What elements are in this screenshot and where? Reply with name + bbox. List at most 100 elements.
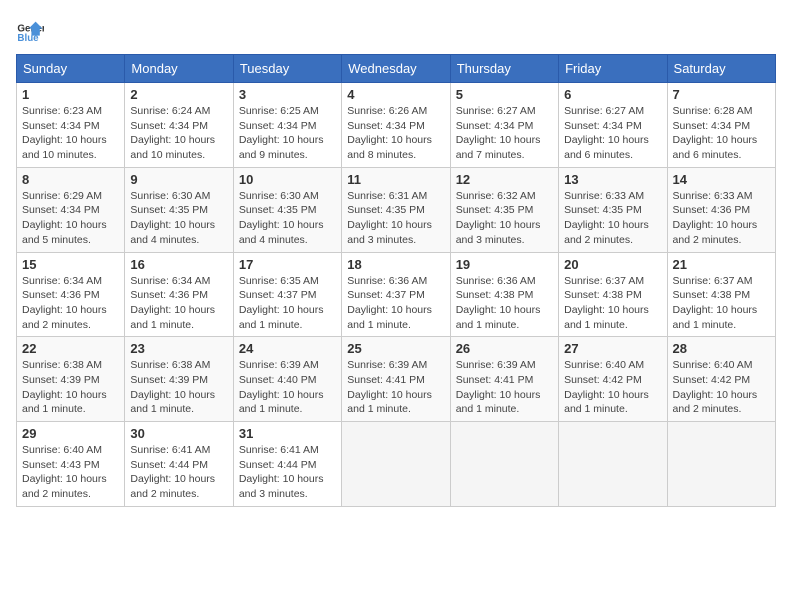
day-number: 21 [673,257,770,272]
calendar-cell: 8 Sunrise: 6:29 AMSunset: 4:34 PMDaylight… [17,167,125,252]
calendar-cell: 26 Sunrise: 6:39 AMSunset: 4:41 PMDayligh… [450,337,558,422]
day-number: 12 [456,172,553,187]
day-detail: Sunrise: 6:33 AMSunset: 4:35 PMDaylight:… [564,189,661,248]
day-number: 4 [347,87,444,102]
day-detail: Sunrise: 6:35 AMSunset: 4:37 PMDaylight:… [239,274,336,333]
day-detail: Sunrise: 6:37 AMSunset: 4:38 PMDaylight:… [564,274,661,333]
day-number: 27 [564,341,661,356]
day-detail: Sunrise: 6:39 AMSunset: 4:41 PMDaylight:… [347,358,444,417]
day-detail: Sunrise: 6:31 AMSunset: 4:35 PMDaylight:… [347,189,444,248]
day-number: 13 [564,172,661,187]
day-number: 3 [239,87,336,102]
calendar-cell: 11Sunrise: 6:31 AMSunset: 4:35 PMDayligh… [342,167,450,252]
day-detail: Sunrise: 6:33 AMSunset: 4:36 PMDaylight:… [673,189,770,248]
day-detail: Sunrise: 6:39 AMSunset: 4:41 PMDaylight:… [456,358,553,417]
day-number: 24 [239,341,336,356]
day-number: 6 [564,87,661,102]
weekday-header-thursday: Thursday [450,55,558,83]
day-number: 23 [130,341,227,356]
calendar-cell [559,422,667,507]
day-number: 14 [673,172,770,187]
calendar-cell: 30 Sunrise: 6:41 AMSunset: 4:44 PMDayligh… [125,422,233,507]
day-number: 17 [239,257,336,272]
weekday-header-tuesday: Tuesday [233,55,341,83]
calendar-cell: 22 Sunrise: 6:38 AMSunset: 4:39 PMDayligh… [17,337,125,422]
calendar-cell: 9Sunrise: 6:30 AMSunset: 4:35 PMDaylight… [125,167,233,252]
day-detail: Sunrise: 6:38 AMSunset: 4:39 PMDaylight:… [130,358,227,417]
calendar-cell: 7 Sunrise: 6:28 AMSunset: 4:34 PMDaylight… [667,83,775,168]
calendar-cell: 28 Sunrise: 6:40 AMSunset: 4:42 PMDayligh… [667,337,775,422]
calendar-cell [342,422,450,507]
day-detail: Sunrise: 6:28 AMSunset: 4:34 PMDaylight:… [673,104,770,163]
calendar-cell: 4 Sunrise: 6:26 AMSunset: 4:34 PMDaylight… [342,83,450,168]
calendar-cell: 24 Sunrise: 6:39 AMSunset: 4:40 PMDayligh… [233,337,341,422]
calendar-cell [450,422,558,507]
calendar-cell: 10 Sunrise: 6:30 AMSunset: 4:35 PMDayligh… [233,167,341,252]
day-detail: Sunrise: 6:24 AMSunset: 4:34 PMDaylight:… [130,104,227,163]
day-number: 20 [564,257,661,272]
day-number: 15 [22,257,119,272]
day-detail: Sunrise: 6:41 AMSunset: 4:44 PMDaylight:… [130,443,227,502]
weekday-header-row: SundayMondayTuesdayWednesdayThursdayFrid… [17,55,776,83]
calendar-week-row: 29Sunrise: 6:40 AMSunset: 4:43 PMDayligh… [17,422,776,507]
weekday-header-wednesday: Wednesday [342,55,450,83]
day-number: 30 [130,426,227,441]
day-number: 8 [22,172,119,187]
calendar-cell: 14 Sunrise: 6:33 AMSunset: 4:36 PMDayligh… [667,167,775,252]
weekday-header-saturday: Saturday [667,55,775,83]
day-number: 29 [22,426,119,441]
weekday-header-friday: Friday [559,55,667,83]
day-number: 1 [22,87,119,102]
day-detail: Sunrise: 6:40 AMSunset: 4:42 PMDaylight:… [564,358,661,417]
day-number: 25 [347,341,444,356]
day-detail: Sunrise: 6:30 AMSunset: 4:35 PMDaylight:… [239,189,336,248]
weekday-header-monday: Monday [125,55,233,83]
day-number: 26 [456,341,553,356]
day-detail: Sunrise: 6:37 AMSunset: 4:38 PMDaylight:… [673,274,770,333]
calendar-cell: 17 Sunrise: 6:35 AMSunset: 4:37 PMDayligh… [233,252,341,337]
calendar-cell [667,422,775,507]
calendar-cell: 3 Sunrise: 6:25 AMSunset: 4:34 PMDaylight… [233,83,341,168]
day-detail: Sunrise: 6:23 AMSunset: 4:34 PMDaylight:… [22,104,119,163]
calendar-week-row: 8 Sunrise: 6:29 AMSunset: 4:34 PMDaylight… [17,167,776,252]
calendar-cell: 1 Sunrise: 6:23 AMSunset: 4:34 PMDaylight… [17,83,125,168]
day-detail: Sunrise: 6:38 AMSunset: 4:39 PMDaylight:… [22,358,119,417]
day-number: 19 [456,257,553,272]
calendar-cell: 21 Sunrise: 6:37 AMSunset: 4:38 PMDayligh… [667,252,775,337]
day-number: 10 [239,172,336,187]
header: General Blue [16,16,776,44]
day-detail: Sunrise: 6:27 AMSunset: 4:34 PMDaylight:… [456,104,553,163]
calendar-cell: 12 Sunrise: 6:32 AMSunset: 4:35 PMDayligh… [450,167,558,252]
day-detail: Sunrise: 6:26 AMSunset: 4:34 PMDaylight:… [347,104,444,163]
day-number: 7 [673,87,770,102]
calendar-cell: 13 Sunrise: 6:33 AMSunset: 4:35 PMDayligh… [559,167,667,252]
calendar-cell: 2 Sunrise: 6:24 AMSunset: 4:34 PMDaylight… [125,83,233,168]
calendar-cell: 23 Sunrise: 6:38 AMSunset: 4:39 PMDayligh… [125,337,233,422]
day-detail: Sunrise: 6:32 AMSunset: 4:35 PMDaylight:… [456,189,553,248]
calendar-cell: 19 Sunrise: 6:36 AMSunset: 4:38 PMDayligh… [450,252,558,337]
day-number: 22 [22,341,119,356]
calendar-cell: 5 Sunrise: 6:27 AMSunset: 4:34 PMDaylight… [450,83,558,168]
calendar-week-row: 15Sunrise: 6:34 AMSunset: 4:36 PMDayligh… [17,252,776,337]
day-detail: Sunrise: 6:36 AMSunset: 4:38 PMDaylight:… [456,274,553,333]
day-detail: Sunrise: 6:25 AMSunset: 4:34 PMDaylight:… [239,104,336,163]
calendar-cell: 16Sunrise: 6:34 AMSunset: 4:36 PMDayligh… [125,252,233,337]
day-number: 2 [130,87,227,102]
calendar-cell: 29Sunrise: 6:40 AMSunset: 4:43 PMDayligh… [17,422,125,507]
calendar-cell: 27 Sunrise: 6:40 AMSunset: 4:42 PMDayligh… [559,337,667,422]
day-number: 18 [347,257,444,272]
calendar-cell: 31Sunrise: 6:41 AMSunset: 4:44 PMDayligh… [233,422,341,507]
day-number: 5 [456,87,553,102]
day-detail: Sunrise: 6:39 AMSunset: 4:40 PMDaylight:… [239,358,336,417]
calendar-week-row: 1 Sunrise: 6:23 AMSunset: 4:34 PMDaylight… [17,83,776,168]
day-detail: Sunrise: 6:27 AMSunset: 4:34 PMDaylight:… [564,104,661,163]
calendar-cell: 15Sunrise: 6:34 AMSunset: 4:36 PMDayligh… [17,252,125,337]
logo-icon: General Blue [16,16,44,44]
day-number: 28 [673,341,770,356]
day-detail: Sunrise: 6:40 AMSunset: 4:42 PMDaylight:… [673,358,770,417]
day-number: 9 [130,172,227,187]
calendar-cell: 25 Sunrise: 6:39 AMSunset: 4:41 PMDayligh… [342,337,450,422]
calendar-cell: 20 Sunrise: 6:37 AMSunset: 4:38 PMDayligh… [559,252,667,337]
day-detail: Sunrise: 6:29 AMSunset: 4:34 PMDaylight:… [22,189,119,248]
logo: General Blue [16,16,48,44]
